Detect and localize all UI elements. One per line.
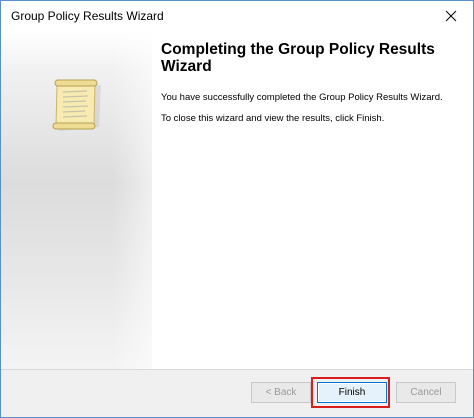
- wizard-side-panel: [1, 31, 152, 369]
- completion-message: You have successfully completed the Grou…: [161, 92, 443, 103]
- window-title: Group Policy Results Wizard: [11, 9, 164, 23]
- title-bar[interactable]: Group Policy Results Wizard: [1, 1, 473, 31]
- scroll-icon: [49, 75, 109, 135]
- wizard-content: Completing the Group Policy Results Wiza…: [161, 31, 461, 124]
- finish-button[interactable]: Finish: [317, 382, 387, 403]
- finish-instruction: To close this wizard and view the result…: [161, 112, 385, 124]
- close-icon: [445, 10, 457, 22]
- wizard-window: Group Policy Results Wizard Completing t…: [0, 0, 474, 418]
- cancel-button[interactable]: Cancel: [396, 382, 456, 403]
- page-title: Completing the Group Policy Results Wiza…: [161, 41, 435, 75]
- button-bar: < Back Finish Cancel: [1, 370, 473, 417]
- close-button[interactable]: [429, 1, 473, 31]
- back-button[interactable]: < Back: [251, 382, 311, 403]
